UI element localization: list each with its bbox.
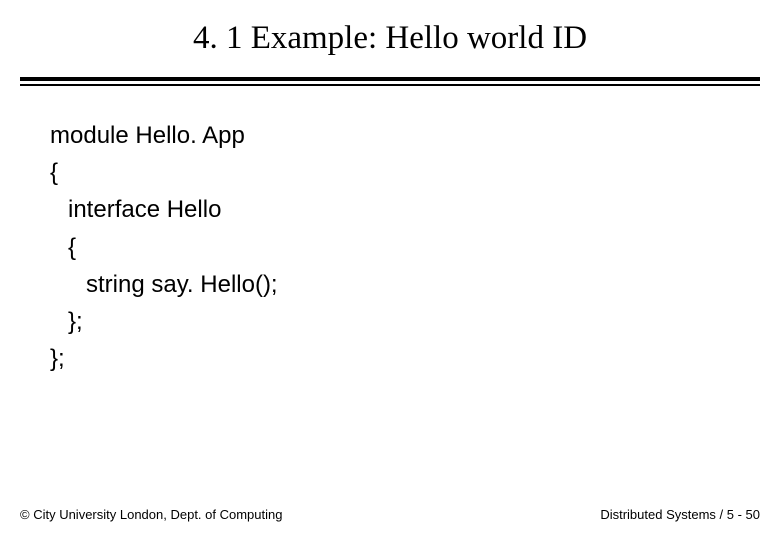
code-line: }; <box>50 340 780 377</box>
code-line: }; <box>50 303 780 340</box>
divider-thin <box>20 84 760 86</box>
footer-right: Distributed Systems / 5 - 50 <box>600 507 760 522</box>
title-divider <box>20 77 760 87</box>
slide-title: 4. 1 Example: Hello world ID <box>0 0 780 67</box>
slide: 4. 1 Example: Hello world ID module Hell… <box>0 0 780 540</box>
code-line: string say. Hello(); <box>50 266 780 303</box>
code-block: module Hello. App { interface Hello { st… <box>0 87 780 377</box>
divider-thick <box>20 77 760 81</box>
code-line: { <box>50 154 780 191</box>
code-line: { <box>50 229 780 266</box>
footer-left: © City University London, Dept. of Compu… <box>20 507 282 522</box>
code-line: module Hello. App <box>50 117 780 154</box>
footer: © City University London, Dept. of Compu… <box>20 507 760 522</box>
code-line: interface Hello <box>50 191 780 228</box>
